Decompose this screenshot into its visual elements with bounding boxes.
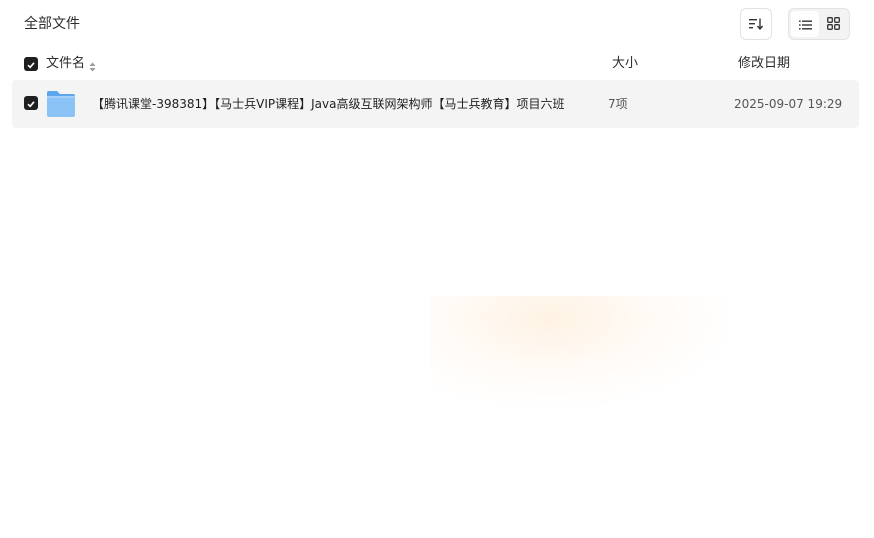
column-header-name[interactable]: 文件名 [46,50,85,78]
sort-icon [749,15,764,34]
file-size: 7项 [608,97,628,111]
list-view-icon [798,15,812,34]
select-all-checkbox[interactable] [24,57,38,71]
sort-caret-icon[interactable] [89,58,96,77]
grid-view-icon [826,15,840,34]
column-header-size[interactable]: 大小 [612,50,638,78]
table-row[interactable]: 【腾讯课堂-398381】【马士兵VIP课程】Java高级互联网架构师【马士兵教… [12,80,859,128]
column-header-date[interactable]: 修改日期 [738,50,790,78]
list-view-button[interactable] [791,11,819,37]
view-toggle [788,8,850,40]
file-name[interactable]: 【腾讯课堂-398381】【马士兵VIP课程】Java高级互联网架构师【马士兵教… [92,94,564,114]
table-header: 文件名 大小 修改日期 [0,50,874,78]
grid-view-button[interactable] [819,11,847,37]
checkmark-icon [26,94,36,113]
breadcrumb-title[interactable]: 全部文件 [24,14,80,34]
background-glow [430,296,730,406]
folder-icon [46,90,76,122]
row-checkbox[interactable] [24,96,38,110]
sort-button[interactable] [740,8,772,40]
file-modified-date: 2025-09-07 19:29 [734,97,843,111]
checkmark-icon [26,55,36,74]
